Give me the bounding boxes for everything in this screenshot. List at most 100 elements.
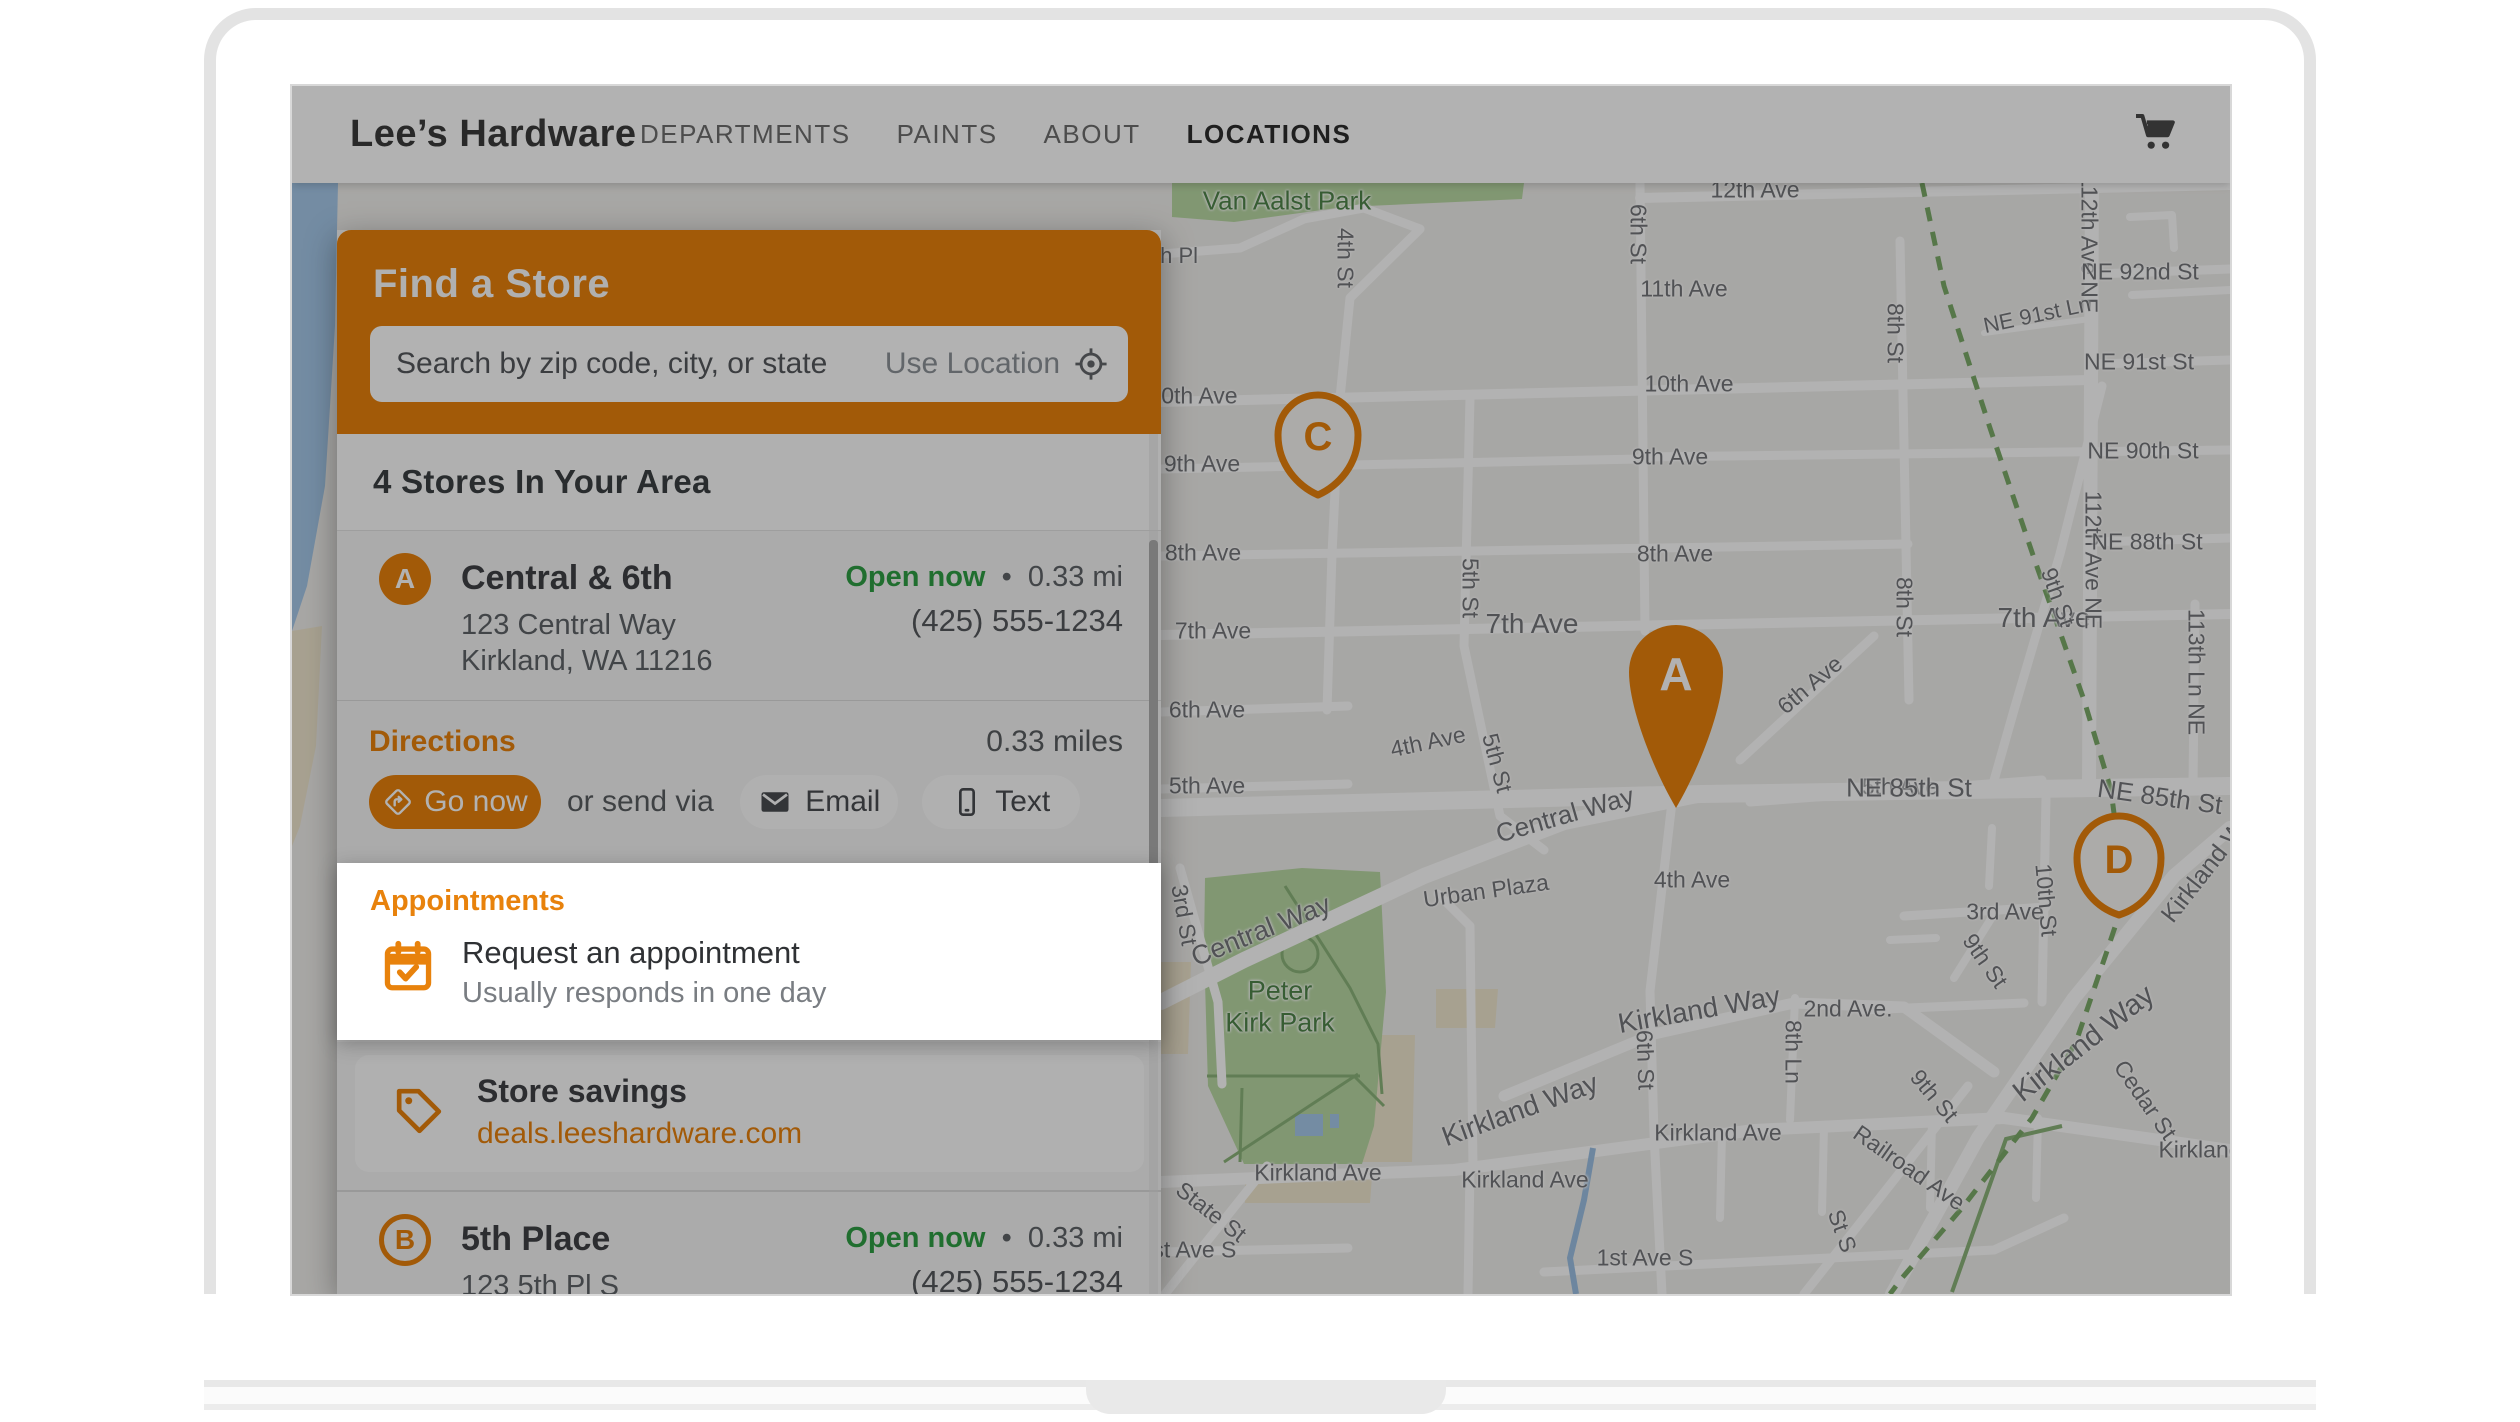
map-street-label: 2nd Ave.	[1803, 996, 1892, 1023]
store-a-open-badge: Open now	[845, 561, 985, 593]
store-b-distance: 0.33 mi	[1028, 1222, 1123, 1254]
store-savings-card[interactable]: Store savings deals.leeshardware.com	[355, 1055, 1144, 1172]
map-street-label: 3rd St	[1165, 882, 1202, 947]
savings-section: Store savings deals.leeshardware.com	[337, 1042, 1161, 1190]
map-street-label: Kirkland Ave	[1461, 1167, 1588, 1194]
map-street-label: 6th St	[1630, 1029, 1659, 1090]
directions-distance: 0.33 miles	[986, 725, 1123, 759]
laptop-notch	[1086, 1380, 1446, 1414]
map-street-label: 10th Ave	[1644, 371, 1733, 398]
map-street-label: 4th Ave	[1388, 721, 1468, 763]
store-a-name: Central & 6th	[461, 559, 673, 598]
find-store-panel: Find a Store Search by zip code, city, o…	[337, 230, 1161, 1294]
map-street-label: 8th Ln	[1780, 1020, 1807, 1084]
nav-locations[interactable]: LOCATIONS	[1187, 119, 1352, 150]
appointments-title: Appointments	[370, 885, 565, 918]
location-crosshair-icon[interactable]	[1074, 347, 1108, 381]
map-street-label: 9th St	[1904, 1064, 1963, 1127]
map-street-label: 7th Ave	[1486, 608, 1579, 640]
store-a-status: Open now • 0.33 mi	[845, 561, 1123, 594]
map-park-label: Peter	[1248, 976, 1313, 1007]
store-b-name: 5th Place	[461, 1220, 610, 1259]
directions-title: Directions	[369, 725, 516, 759]
main-nav: DEPARTMENTS PAINTS ABOUT LOCATIONS	[640, 119, 1351, 150]
go-now-label: Go now	[424, 785, 527, 819]
nav-departments[interactable]: DEPARTMENTS	[640, 119, 851, 150]
store-b-badge: B	[379, 1214, 431, 1266]
map-street-label: NE 92nd St	[2081, 259, 2199, 286]
map-street-label: NE 90th St	[2087, 438, 2198, 465]
brand-logo[interactable]: Lee’s Hardware	[350, 113, 640, 156]
store-row-b[interactable]: B 5th Place 123 5th Pl S Open now • 0.33…	[337, 1192, 1161, 1294]
map-street-label: 10th St	[2029, 863, 2062, 938]
email-button[interactable]: Email	[740, 775, 898, 829]
nav-paints[interactable]: PAINTS	[897, 119, 998, 150]
laptop-deck	[204, 1294, 2316, 1380]
map-street-label: 5th St	[1457, 558, 1484, 618]
map-street-label: NE 91st Ln	[1981, 291, 2093, 339]
text-button[interactable]: Text	[922, 775, 1080, 829]
cart-icon[interactable]	[2134, 110, 2182, 158]
appointments-card[interactable]: Appointments Request an appointment Usua…	[337, 863, 1161, 1040]
store-a-distance: 0.33 mi	[1028, 561, 1123, 593]
directions-actions: Go now or send via Email	[369, 775, 1104, 829]
map-street-label: 4th Ave	[1654, 867, 1730, 894]
browser-screen: ACD Van Aalst Parkth Pl4th St6th St11th …	[292, 86, 2230, 1294]
map-street-label: 4th St	[1332, 228, 1359, 288]
map-street-label: 6th St	[1625, 204, 1652, 264]
calendar-check-icon	[379, 937, 437, 1000]
map-park-label: Van Aalst Park	[1203, 186, 1372, 217]
panel-title: Find a Store	[373, 262, 610, 307]
panel-header: Find a Store Search by zip code, city, o…	[337, 230, 1161, 434]
map-street-label: 9th Ave	[1164, 451, 1240, 478]
store-search-input[interactable]: Search by zip code, city, or state Use L…	[370, 326, 1128, 402]
tag-icon	[391, 1083, 447, 1144]
map-street-label: Cedar St	[2108, 1055, 2182, 1145]
store-a-badge: A	[379, 553, 431, 605]
map-street-label: 113th Ln NE	[2183, 609, 2210, 735]
use-location-button[interactable]: Use Location	[885, 347, 1060, 381]
map-street-label: NE 91st St	[2084, 349, 2194, 376]
map-street-label: Kirkland Way	[1438, 1067, 1603, 1153]
map-street-label: NE 85th St	[1846, 773, 1972, 804]
savings-link[interactable]: deals.leeshardware.com	[477, 1117, 802, 1151]
map-street-label: St S	[1822, 1206, 1862, 1256]
store-a-address2: Kirkland, WA 11216	[461, 645, 712, 678]
store-b-status: Open now • 0.33 mi	[845, 1222, 1123, 1255]
map-street-label: Kirkland Ave	[1654, 1120, 1781, 1147]
phone-icon	[951, 786, 983, 818]
store-row-a[interactable]: A Central & 6th 123 Central Way Kirkland…	[337, 530, 1161, 700]
map-street-label: 11th Ave	[1640, 276, 1727, 303]
store-b-open-badge: Open now	[845, 1222, 985, 1254]
map-street-label: 8th Ave	[1165, 540, 1241, 567]
store-a-phone[interactable]: (425) 555-1234	[911, 603, 1123, 639]
map-street-label: NE 88th St	[2091, 529, 2202, 556]
savings-title: Store savings	[477, 1073, 687, 1110]
map-street-label: Railroad Ave	[1848, 1120, 1970, 1217]
map-street-label: Urban Plaza	[1421, 869, 1550, 913]
map-street-label: Central Way	[1187, 889, 1335, 973]
page: ACD Van Aalst Parkth Pl4th St6th St11th …	[0, 0, 2520, 1422]
map-street-label: Central Way	[1492, 781, 1637, 850]
map-street-label: 5th Ave	[1169, 773, 1245, 800]
store-b-address1: 123 5th Pl S	[461, 1270, 619, 1294]
map-street-label: 8th St	[1882, 303, 1909, 363]
appointments-response-label: Usually responds in one day	[462, 977, 826, 1010]
map-street-label: 9th St	[1957, 929, 2014, 994]
map-street-label: 5th St	[1476, 730, 1518, 795]
store-b-phone[interactable]: (425) 555-1234	[911, 1264, 1123, 1294]
directions-section: Directions 0.33 miles Go now or send via	[337, 700, 1161, 865]
map-street-label: NE 85th St	[2096, 773, 2225, 821]
map-street-label: Kirkland Ave	[1254, 1160, 1381, 1187]
search-placeholder: Search by zip code, city, or state	[396, 347, 885, 381]
nav-about[interactable]: ABOUT	[1044, 119, 1141, 150]
email-label: Email	[805, 785, 880, 819]
map-street-label: 6th Ave	[1772, 650, 1848, 720]
map-street-label: 10th Ave	[1148, 383, 1237, 410]
map-street-label: 6th Ave	[1169, 697, 1245, 724]
store-a-address1: 123 Central Way	[461, 609, 676, 642]
go-now-button[interactable]: Go now	[369, 775, 541, 829]
map-street-label: 7th Ave	[1175, 618, 1251, 645]
results-header: 4 Stores In Your Area	[337, 434, 1161, 530]
map-street-label: 8th Ave	[1637, 541, 1713, 568]
